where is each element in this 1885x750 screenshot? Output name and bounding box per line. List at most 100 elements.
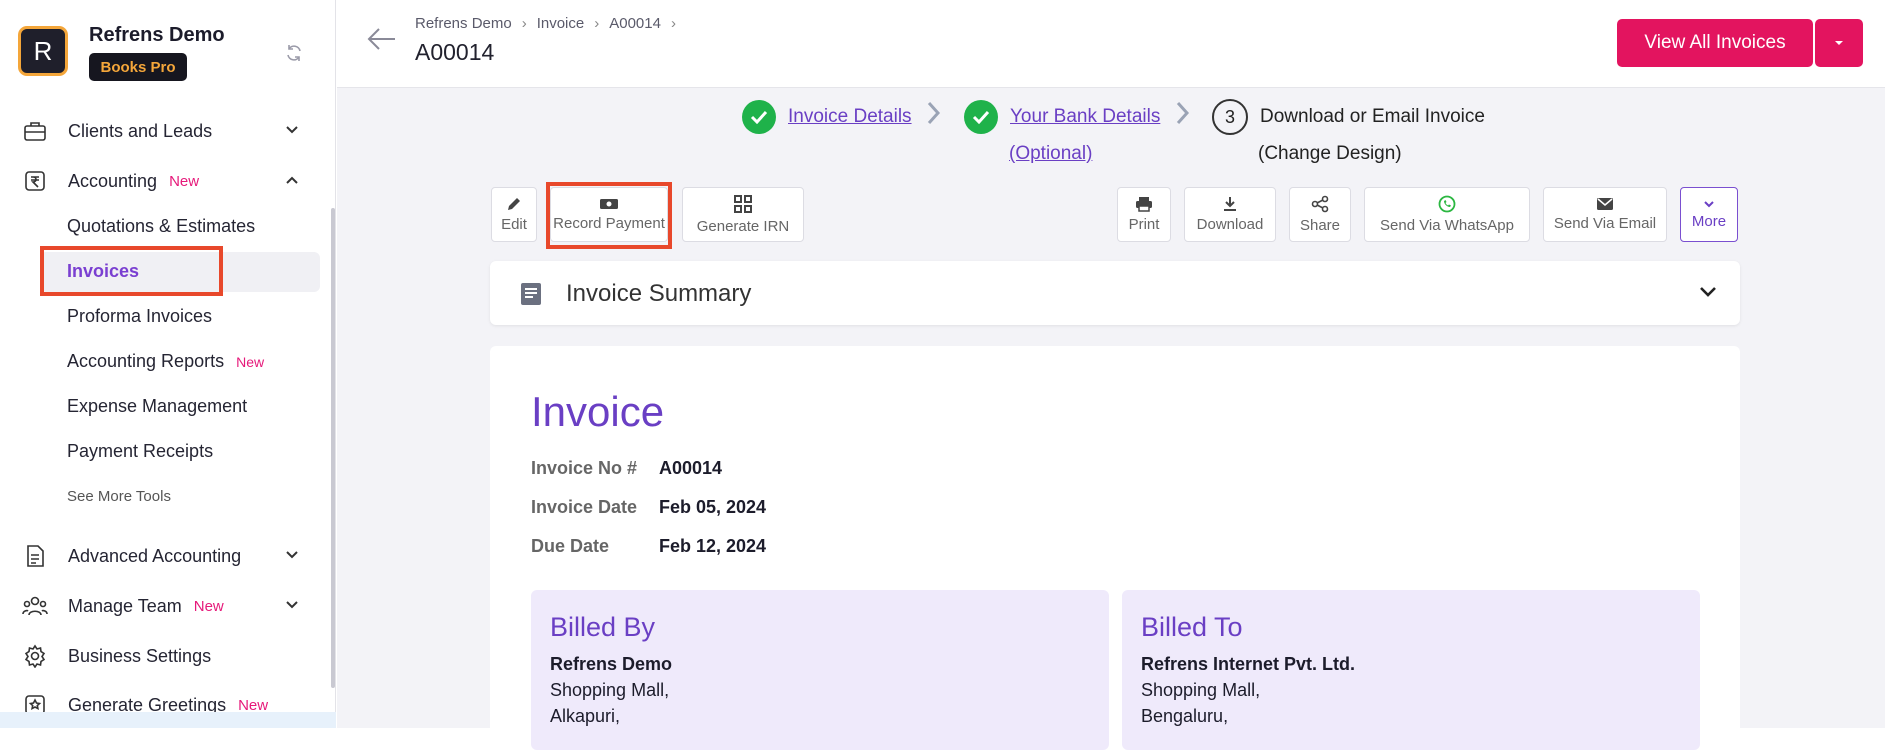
billed-by-address-line: Alkapuri, bbox=[550, 706, 621, 726]
billed-to-title: Billed To bbox=[1141, 612, 1243, 642]
button-label: Print bbox=[1128, 216, 1160, 233]
pencil-icon bbox=[508, 198, 520, 210]
button-label: Send Via WhatsApp bbox=[1380, 217, 1514, 234]
chevron-down-icon[interactable] bbox=[1698, 285, 1718, 304]
highlight-record-payment bbox=[546, 182, 672, 249]
generate-irn-button[interactable]: Generate IRN bbox=[682, 187, 804, 242]
step-bank-details[interactable]: Your Bank Details bbox=[964, 100, 1160, 134]
download-icon bbox=[1224, 197, 1236, 211]
step-change-design[interactable]: (Change Design) bbox=[1258, 143, 1402, 165]
billed-to-address-line: Shopping Mall, bbox=[1141, 680, 1261, 700]
gear-icon bbox=[22, 643, 48, 669]
nav-label: Advanced Accounting bbox=[68, 545, 242, 566]
breadcrumb-separator-icon: › bbox=[521, 15, 527, 32]
due-date-value: Feb 12, 2024 bbox=[659, 536, 767, 556]
nav-clients-and-leads[interactable]: Clients and Leads bbox=[22, 116, 212, 146]
sidebar-item-quotations[interactable]: Quotations & Estimates bbox=[67, 216, 255, 237]
check-icon bbox=[964, 100, 998, 134]
invoice-no-label: Invoice No # bbox=[531, 458, 638, 478]
invoice-no-value: A00014 bbox=[659, 458, 723, 478]
step-invoice-details[interactable]: Invoice Details bbox=[742, 100, 912, 134]
invoice-summary-panel[interactable]: Invoice Summary bbox=[490, 261, 1740, 325]
sidebar-footer-strip bbox=[0, 712, 336, 728]
rupee-icon bbox=[22, 168, 48, 194]
caret-down-icon bbox=[1835, 41, 1843, 45]
chevron-down-icon[interactable] bbox=[284, 597, 300, 618]
download-button[interactable]: Download bbox=[1184, 187, 1276, 242]
chevron-down-icon[interactable] bbox=[284, 122, 300, 143]
billed-by-address-line: Shopping Mall, bbox=[550, 680, 670, 700]
sidebar-item-payment-receipts[interactable]: Payment Receipts bbox=[67, 441, 213, 462]
nav-manage-team[interactable]: Manage Team New bbox=[22, 591, 224, 621]
send-email-button[interactable]: Send Via Email bbox=[1543, 187, 1667, 242]
chevron-down-icon[interactable] bbox=[284, 547, 300, 568]
plan-badge: Books Pro bbox=[89, 53, 187, 81]
chevron-up-icon[interactable] bbox=[284, 172, 300, 193]
billed-to-address-line: Bengaluru, bbox=[1141, 706, 1229, 726]
billed-by-card: Billed By Refrens Demo Shopping Mall, Al… bbox=[531, 590, 1109, 750]
step-chevron-icon bbox=[926, 100, 942, 131]
more-button[interactable]: More bbox=[1680, 187, 1738, 242]
step-number: 3 bbox=[1212, 99, 1248, 135]
sidebar-item-accounting-reports[interactable]: Accounting Reports New bbox=[67, 351, 264, 372]
company-logo[interactable]: R bbox=[18, 26, 68, 76]
breadcrumb-item[interactable]: Invoice bbox=[537, 15, 585, 32]
view-all-dropdown-button[interactable] bbox=[1815, 19, 1863, 67]
step-label: Download or Email Invoice bbox=[1260, 106, 1485, 127]
whatsapp-icon bbox=[1438, 195, 1456, 213]
nav-label: Manage Team bbox=[68, 595, 182, 616]
button-label: Share bbox=[1299, 217, 1341, 234]
share-button[interactable]: Share bbox=[1289, 187, 1351, 242]
logo-letter: R bbox=[33, 35, 53, 66]
view-all-invoices-button[interactable]: View All Invoices bbox=[1617, 19, 1813, 67]
billed-by-name: Refrens Demo bbox=[550, 654, 673, 674]
new-badge: New bbox=[238, 696, 269, 714]
receipt-icon bbox=[518, 281, 544, 312]
due-date-label: Due Date bbox=[531, 536, 610, 556]
sidebar: R Refrens Demo Books Pro Clients and Lea… bbox=[0, 0, 336, 728]
top-bar: Refrens Demo › Invoice › A00014 › A00014… bbox=[337, 0, 1885, 88]
sidebar-item-proforma[interactable]: Proforma Invoices bbox=[67, 306, 212, 327]
nav-accounting[interactable]: Accounting New bbox=[22, 166, 199, 196]
step-sublabel[interactable]: (Optional) bbox=[1009, 143, 1092, 165]
send-whatsapp-button[interactable]: Send Via WhatsApp bbox=[1364, 187, 1530, 242]
breadcrumb: Refrens Demo › Invoice › A00014 › bbox=[415, 15, 676, 32]
chevron-down-icon bbox=[1704, 201, 1714, 208]
sidebar-item-expense[interactable]: Expense Management bbox=[67, 396, 247, 417]
sidebar-scrollbar[interactable] bbox=[331, 208, 335, 688]
document-icon bbox=[22, 543, 48, 569]
invoice-preview: Invoice Invoice No # A00014 Invoice Date… bbox=[490, 346, 1740, 750]
see-more-tools-link[interactable]: See More Tools bbox=[67, 488, 171, 505]
qr-code-icon bbox=[734, 195, 752, 213]
briefcase-icon bbox=[22, 118, 48, 144]
breadcrumb-item[interactable]: Refrens Demo bbox=[415, 15, 512, 32]
print-button[interactable]: Print bbox=[1117, 187, 1171, 242]
nav-label: Accounting bbox=[68, 170, 158, 191]
step-chevron-icon bbox=[1175, 100, 1191, 131]
button-label: Edit bbox=[501, 216, 527, 233]
invoice-heading: Invoice bbox=[531, 388, 665, 435]
team-icon bbox=[22, 593, 48, 619]
nav-label: Clients and Leads bbox=[68, 120, 213, 141]
new-badge: New bbox=[169, 172, 200, 190]
breadcrumb-item[interactable]: A00014 bbox=[609, 15, 661, 32]
nav-advanced-accounting[interactable]: Advanced Accounting bbox=[22, 541, 241, 571]
button-label: Send Via Email bbox=[1553, 215, 1657, 232]
button-label: More bbox=[1691, 213, 1727, 230]
summary-title: Invoice Summary bbox=[566, 280, 752, 307]
nav-business-settings[interactable]: Business Settings bbox=[22, 641, 211, 671]
button-label: Generate IRN bbox=[696, 218, 790, 235]
step-label[interactable]: Your Bank Details bbox=[1010, 106, 1160, 128]
refresh-icon[interactable] bbox=[284, 43, 304, 68]
step-download-email: 3 Download or Email Invoice bbox=[1212, 99, 1485, 135]
step-label[interactable]: Invoice Details bbox=[788, 106, 912, 128]
back-arrow-icon[interactable] bbox=[367, 26, 397, 57]
invoice-date-label: Invoice Date bbox=[531, 497, 638, 517]
billed-to-card: Billed To Refrens Internet Pvt. Ltd. Sho… bbox=[1122, 590, 1700, 750]
step-sublabel[interactable]: (Change Design) bbox=[1258, 143, 1402, 165]
new-badge: New bbox=[193, 597, 224, 615]
nav-label: Accounting Reports bbox=[67, 351, 225, 371]
billed-by-title: Billed By bbox=[550, 612, 656, 642]
edit-button[interactable]: Edit bbox=[491, 187, 537, 242]
step-bank-optional[interactable]: (Optional) bbox=[1009, 143, 1092, 165]
